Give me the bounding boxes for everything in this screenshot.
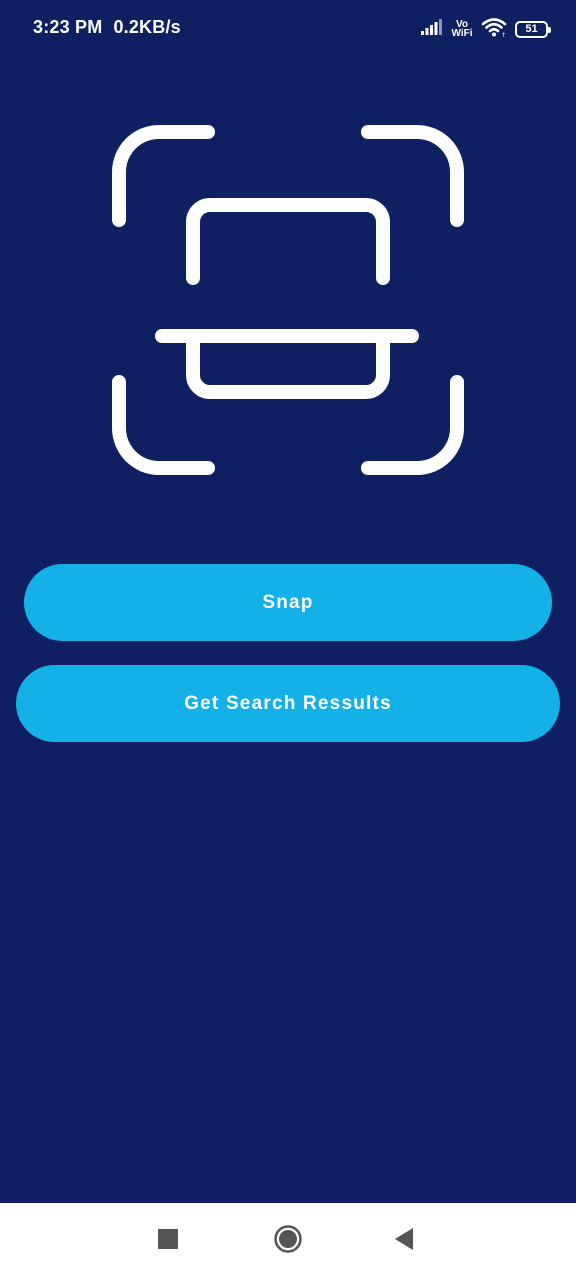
svg-text:↑↓: ↑↓	[501, 32, 507, 37]
back-button[interactable]	[386, 1223, 422, 1259]
status-bar: 3:23 PM 0.2KB/s Vo WiFi ↑ 51	[0, 0, 576, 56]
status-left: 3:23 PM 0.2KB/s	[33, 17, 181, 38]
back-icon	[393, 1227, 415, 1256]
vowifi-line2: WiFi	[451, 28, 473, 39]
get-search-results-button[interactable]: Get Search Ressults	[16, 665, 560, 742]
home-icon	[273, 1224, 303, 1259]
navigation-bar	[0, 1203, 576, 1280]
scan-document-icon	[108, 120, 468, 480]
status-right: Vo WiFi ↑↓ 51	[421, 17, 551, 42]
network-speed: 0.2KB/s	[113, 17, 181, 37]
signal-icon	[421, 18, 443, 40]
snap-button[interactable]: Snap	[24, 564, 552, 641]
recents-button[interactable]	[150, 1223, 186, 1259]
recents-icon	[158, 1228, 178, 1254]
home-button[interactable]	[270, 1223, 306, 1259]
battery-level: 51	[525, 22, 538, 35]
vowifi-indicator: Vo WiFi	[451, 20, 473, 39]
status-time: 3:23 PM	[33, 17, 103, 37]
app-screen: 3:23 PM 0.2KB/s Vo WiFi ↑ 51 Snap Get Se…	[0, 0, 576, 1280]
battery-icon: 51	[515, 20, 551, 38]
wifi-icon: ↑↓	[481, 17, 511, 42]
